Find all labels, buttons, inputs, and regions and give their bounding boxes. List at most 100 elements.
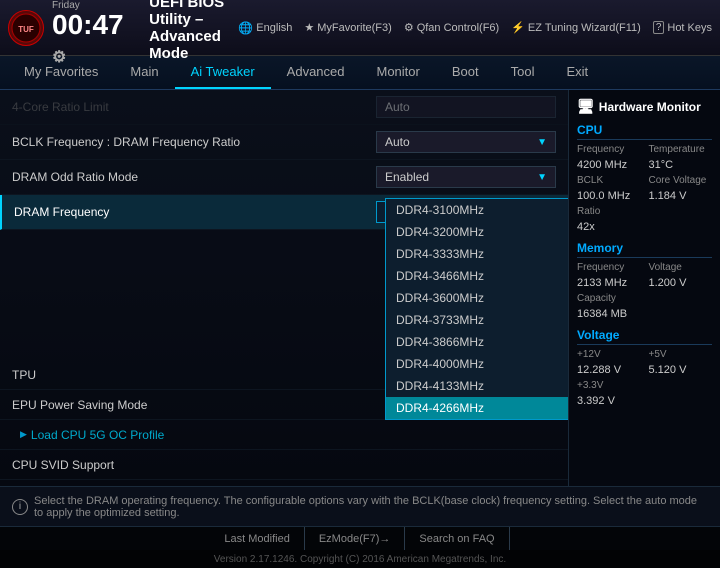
nav-tool[interactable]: Tool — [495, 56, 551, 89]
cpu-freq-value: 4200 MHz — [577, 159, 641, 171]
setting-dram-odd-ratio[interactable]: DRAM Odd Ratio Mode Enabled ▼ — [0, 160, 568, 195]
top-link-hotkeys[interactable]: ? Hot Keys — [653, 21, 712, 34]
setting-dram-timing[interactable]: DRAM Timing Control — [0, 480, 568, 486]
dropdown-item-ddr4-4133[interactable]: DDR4-4133MHz — [386, 375, 568, 397]
star-icon: ★ — [304, 21, 314, 34]
logo-icon: TUF — [8, 10, 44, 46]
search-faq-btn[interactable]: Search on FAQ — [405, 527, 509, 550]
svg-text:TUF: TUF — [18, 25, 34, 34]
bios-title: UEFI BIOS Utility – Advanced Mode — [149, 0, 230, 62]
voltage-stats: +12V +5V 12.288 V 5.120 V +3.3V 3.392 V — [577, 349, 712, 407]
dram-odd-dropdown-arrow: ▼ — [537, 172, 547, 183]
nav-advanced[interactable]: Advanced — [271, 56, 361, 89]
nav-main[interactable]: Main — [114, 56, 174, 89]
dropdown-item-ddr4-4266[interactable]: DDR4-4266MHz — [386, 397, 568, 419]
clock-time: 00:47 — [52, 9, 124, 40]
globe-icon: 🌐 — [238, 21, 253, 35]
dram-odd-ratio-label: DRAM Odd Ratio Mode — [12, 170, 376, 184]
memory-section-title: Memory — [577, 241, 712, 258]
v12-value: 12.288 V — [577, 364, 641, 376]
dropdown-item-ddr4-3466[interactable]: DDR4-3466MHz — [386, 265, 568, 287]
nav-ai-tweaker[interactable]: Ai Tweaker — [175, 56, 271, 89]
info-icon: i — [12, 499, 28, 515]
monitor-icon: 🖥 — [577, 98, 595, 115]
myfavorite-label: MyFavorite(F3) — [317, 22, 392, 34]
cpu-stats: Frequency Temperature 4200 MHz 31°C BCLK… — [577, 144, 712, 233]
cpu-temp-label: Temperature — [649, 144, 713, 155]
nav-monitor[interactable]: Monitor — [361, 56, 436, 89]
dram-freq-label: DRAM Frequency — [14, 205, 376, 219]
cpu-svid-label: CPU SVID Support — [12, 458, 556, 472]
bolt-icon: ⚡ — [511, 21, 525, 34]
cpu-temp-value: 31°C — [649, 159, 713, 171]
logo-area: TUF — [8, 10, 44, 46]
dram-odd-ratio-value[interactable]: Enabled ▼ — [376, 166, 556, 188]
version-text: Version 2.17.1246. Copyright (C) 2016 Am… — [214, 554, 506, 565]
version-bar: Version 2.17.1246. Copyright (C) 2016 Am… — [0, 550, 720, 568]
bottom-bar: Last Modified EzMode(F7)→ Search on FAQ — [0, 526, 720, 550]
cpu-corevolt-label: Core Voltage — [649, 175, 713, 186]
dropdown-item-ddr4-4000[interactable]: DDR4-4000MHz — [386, 353, 568, 375]
qfan-label: Qfan Control(F6) — [417, 22, 500, 34]
dram-frequency-dropdown[interactable]: DDR4-3100MHz DDR4-3200MHz DDR4-3333MHz D… — [385, 198, 568, 420]
mem-cap-label: Capacity — [577, 293, 641, 304]
v33-value: 3.392 V — [577, 395, 641, 407]
memory-stats: Frequency Voltage 2133 MHz 1.200 V Capac… — [577, 262, 712, 320]
top-link-language[interactable]: 🌐 English — [238, 21, 292, 35]
v33-label: +3.3V — [577, 380, 641, 391]
dropdown-item-ddr4-3100[interactable]: DDR4-3100MHz — [386, 199, 568, 221]
help-icon: ? — [653, 21, 665, 34]
setting-load-cpu-oc[interactable]: Load CPU 5G OC Profile — [0, 420, 568, 450]
mem-volt-value: 1.200 V — [649, 277, 713, 289]
dropdown-item-ddr4-3866[interactable]: DDR4-3866MHz — [386, 331, 568, 353]
cpu-corevolt-value: 1.184 V — [649, 190, 713, 202]
load-cpu-oc-label: Load CPU 5G OC Profile — [31, 428, 164, 442]
fan-icon: ⚙ — [404, 21, 414, 34]
cpu-bclk-label: BCLK — [577, 175, 641, 186]
mem-cap-value: 16384 MB — [577, 308, 641, 320]
nav-exit[interactable]: Exit — [550, 56, 604, 89]
bclk-freq-label: BCLK Frequency : DRAM Frequency Ratio — [12, 135, 376, 149]
info-bar: i Select the DRAM operating frequency. T… — [0, 486, 720, 526]
top-bar: TUF 12/09/2016 Friday 00:47 ⚙ UEFI BIOS … — [0, 0, 720, 56]
main-content: 4-Core Ratio Limit Auto BCLK Frequency :… — [0, 90, 720, 486]
nav-boot[interactable]: Boot — [436, 56, 495, 89]
dropdown-item-ddr4-3200[interactable]: DDR4-3200MHz — [386, 221, 568, 243]
top-link-myfavorite[interactable]: ★ MyFavorite(F3) — [304, 21, 391, 34]
v5-label: +5V — [649, 349, 713, 360]
v12-label: +12V — [577, 349, 641, 360]
info-text: Select the DRAM operating frequency. The… — [34, 495, 708, 519]
4core-ratio-label: 4-Core Ratio Limit — [12, 100, 376, 114]
right-panel: 🖥 Hardware Monitor CPU Frequency Tempera… — [568, 90, 720, 486]
mem-volt-label: Voltage — [649, 262, 713, 273]
setting-4core-ratio: 4-Core Ratio Limit Auto — [0, 90, 568, 125]
setting-bclk-freq[interactable]: BCLK Frequency : DRAM Frequency Ratio Au… — [0, 125, 568, 160]
top-link-eztuning[interactable]: ⚡ EZ Tuning Wizard(F11) — [511, 21, 641, 34]
bclk-freq-value[interactable]: Auto ▼ — [376, 131, 556, 153]
language-label: English — [256, 22, 292, 34]
cpu-ratio-value: 42x — [577, 221, 641, 233]
cpu-freq-label: Frequency — [577, 144, 641, 155]
top-links: 🌐 English ★ MyFavorite(F3) ⚙ Qfan Contro… — [238, 21, 712, 35]
v5-value: 5.120 V — [649, 364, 713, 376]
nav-my-favorites[interactable]: My Favorites — [8, 56, 114, 89]
mem-freq-label: Frequency — [577, 262, 641, 273]
dropdown-item-ddr4-3733[interactable]: DDR4-3733MHz — [386, 309, 568, 331]
left-panel: 4-Core Ratio Limit Auto BCLK Frequency :… — [0, 90, 568, 486]
last-modified-btn[interactable]: Last Modified — [210, 527, 304, 550]
cpu-bclk-value: 100.0 MHz — [577, 190, 641, 202]
dropdown-item-ddr4-3600[interactable]: DDR4-3600MHz — [386, 287, 568, 309]
bclk-dropdown-arrow: ▼ — [537, 137, 547, 148]
top-link-qfan[interactable]: ⚙ Qfan Control(F6) — [404, 21, 499, 34]
cpu-ratio-label: Ratio — [577, 206, 641, 217]
ez-mode-btn[interactable]: EzMode(F7)→ — [305, 527, 406, 550]
setting-cpu-svid[interactable]: CPU SVID Support — [0, 450, 568, 480]
nav-bar: My Favorites Main Ai Tweaker Advanced Mo… — [0, 56, 720, 90]
cpu-section-title: CPU — [577, 123, 712, 140]
4core-ratio-value: Auto — [376, 96, 556, 118]
hw-monitor-title: 🖥 Hardware Monitor — [577, 98, 712, 115]
dropdown-item-ddr4-3333[interactable]: DDR4-3333MHz — [386, 243, 568, 265]
mem-freq-value: 2133 MHz — [577, 277, 641, 289]
eztuning-label: EZ Tuning Wizard(F11) — [528, 22, 641, 34]
voltage-section-title: Voltage — [577, 328, 712, 345]
